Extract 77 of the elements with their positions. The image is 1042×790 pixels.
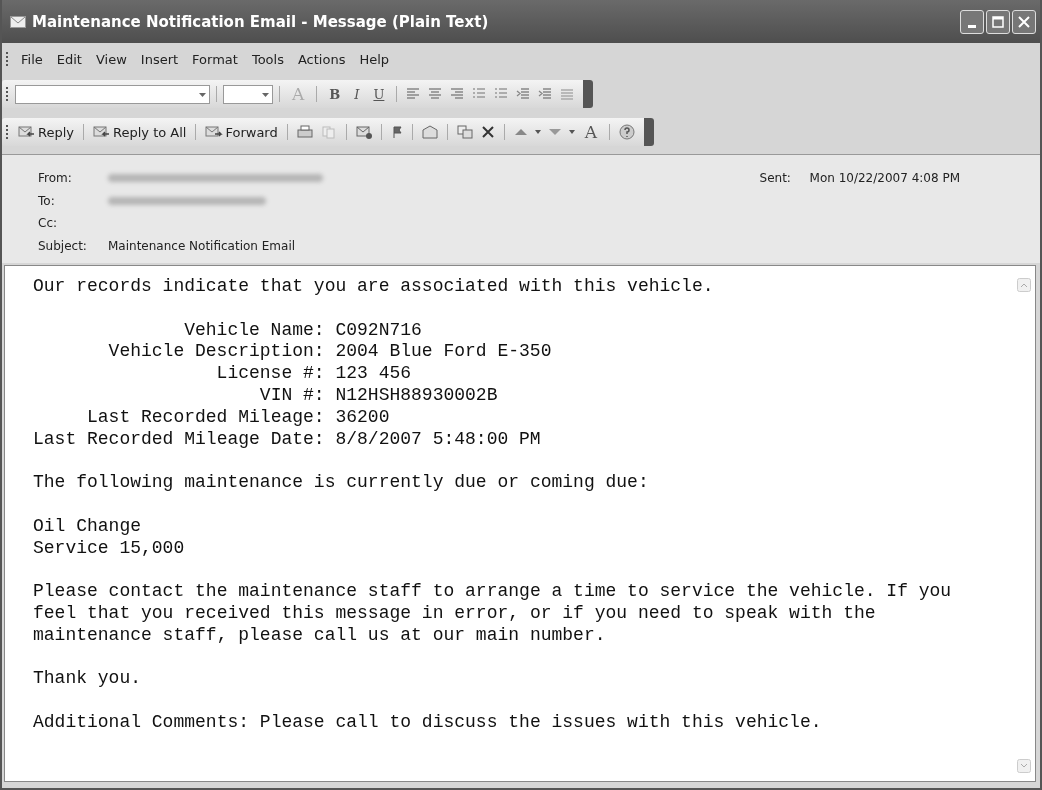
subject-label: Subject: xyxy=(38,238,88,253)
printer-icon xyxy=(296,125,313,139)
font-size-button[interactable]: A xyxy=(578,122,603,142)
menu-item[interactable]: Edit xyxy=(50,51,88,67)
body-text: Thank you. xyxy=(33,668,143,691)
field-value: C092N716 xyxy=(335,319,422,342)
sent-date: Mon 10/22/2007 4:08 PM xyxy=(809,171,960,186)
underline-button[interactable]: U xyxy=(367,86,391,102)
envelope-arrow-icon xyxy=(18,125,36,139)
menu-item[interactable]: Format xyxy=(186,51,244,67)
field-value: 36200 xyxy=(335,406,390,429)
body-text: The following maintenance is currently due or coming due: xyxy=(33,472,650,494)
list-icon xyxy=(472,88,487,100)
reply-button[interactable]: Reply to All xyxy=(90,124,190,140)
align-icon xyxy=(428,88,443,100)
menu-item[interactable]: Help xyxy=(353,51,396,67)
align-icon xyxy=(406,88,421,100)
body-text: Our records indicate that you are associated with this vehicle. xyxy=(33,276,715,298)
envelope-icon xyxy=(10,15,26,28)
field-label: Last Recorded Mileage Date: xyxy=(33,428,326,451)
maximize-icon xyxy=(992,15,1004,28)
help-button[interactable] xyxy=(616,122,638,142)
cc-label: Cc: xyxy=(38,216,59,231)
font-size-dropdown[interactable] xyxy=(223,84,273,104)
menu-item[interactable]: Insert xyxy=(134,51,185,67)
reply-button[interactable]: Reply xyxy=(15,124,77,140)
up-arrow-icon xyxy=(513,127,528,137)
field-label: Vehicle Name: xyxy=(183,319,326,342)
to-label: To: xyxy=(38,193,56,208)
menu-item[interactable]: Actions xyxy=(291,51,352,67)
field-label: VIN #: xyxy=(258,385,326,407)
scroll-down-icon xyxy=(1017,759,1031,773)
body-paragraph: Please contact the maintenance staff to arrange a time to service the vehicle. If you feel that you received this message in error, or if you need to speak with the maintenance staff, please call us at our main number. xyxy=(33,581,953,647)
minimize-icon xyxy=(968,25,976,28)
field-value: 123 456 xyxy=(335,363,412,385)
menu-item[interactable]: File xyxy=(15,51,49,67)
font-dropdown[interactable] xyxy=(15,84,210,104)
field-value: 2004 Blue Ford E-350 xyxy=(335,341,552,364)
pages-icon xyxy=(456,125,473,139)
menu-item[interactable]: View xyxy=(89,51,133,67)
scroll-up-icon xyxy=(1017,278,1031,292)
minimize-button[interactable] xyxy=(960,9,984,34)
help-icon xyxy=(619,124,635,140)
body-text: Additional Comments: Please call to discuss the issues with this vehicle. xyxy=(33,711,823,734)
maintenance-item: Oil Change xyxy=(33,515,143,538)
subject-text: Maintenance Notification Email xyxy=(108,238,296,253)
indent-icon xyxy=(538,88,553,100)
field-value: N12HSH88930002B xyxy=(335,385,498,407)
reply-button[interactable]: Forward xyxy=(202,124,281,140)
lines-icon xyxy=(560,88,575,100)
field-label: Last Recorded Mileage: xyxy=(86,406,326,429)
caret-icon xyxy=(262,92,269,97)
maximize-button[interactable] xyxy=(986,9,1010,34)
caret-icon xyxy=(199,92,206,97)
maintenance-item: Service 15,000 xyxy=(33,537,186,560)
down-arrow-icon xyxy=(547,127,562,137)
envelope-arrow-icon xyxy=(205,125,224,139)
flag-icon xyxy=(390,125,403,139)
close-icon xyxy=(1018,15,1030,28)
envelope-icon xyxy=(355,125,372,139)
align-icon xyxy=(450,88,465,100)
from-label: From: xyxy=(38,171,73,186)
field-label: Vehicle Description: xyxy=(107,341,326,364)
sent-label: Sent: xyxy=(759,171,792,186)
close-button[interactable] xyxy=(1012,9,1036,34)
copy-icon xyxy=(320,125,337,139)
menu-item[interactable]: Tools xyxy=(245,51,290,67)
list-icon xyxy=(494,88,509,100)
window-title: Maintenance Notification Email - Message (Plain Text) xyxy=(32,12,490,31)
indent-icon xyxy=(516,88,531,100)
italic-button[interactable]: I xyxy=(348,86,366,102)
bold-button[interactable]: B xyxy=(323,86,347,102)
field-label: License #: xyxy=(215,363,326,385)
toolbar-options-button[interactable] xyxy=(583,80,594,108)
envelope-arrow-icon xyxy=(93,125,111,139)
delete-icon xyxy=(480,125,495,139)
field-value: 8/8/2007 5:48:00 PM xyxy=(335,428,541,451)
